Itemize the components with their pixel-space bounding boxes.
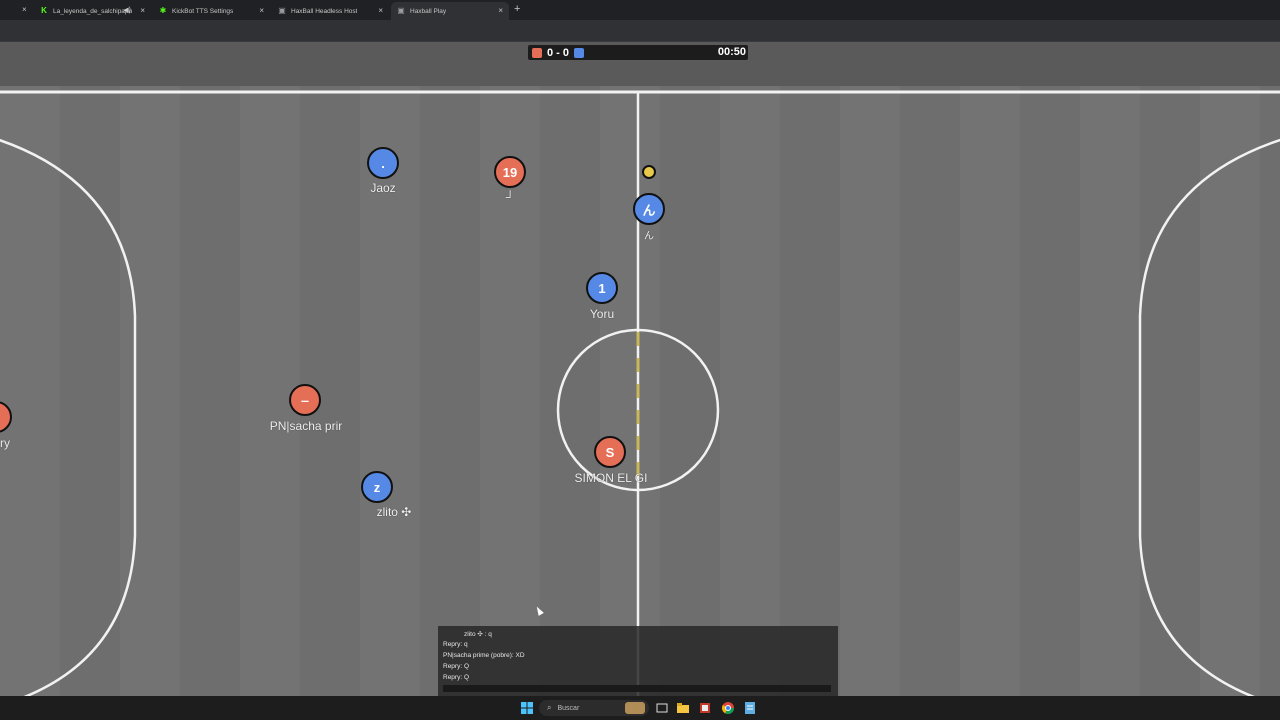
scoreboard: 0 - 0 00:50 — [528, 45, 748, 60]
kick-icon: K — [41, 6, 47, 15]
search-icon: ⌕ — [547, 703, 552, 712]
windows-taskbar: ⌕ Buscar — [0, 696, 1280, 720]
player-disc-simon: S — [594, 436, 626, 468]
player-avatar: . — [381, 155, 385, 171]
audio-playing-icon[interactable]: ◀) — [123, 6, 131, 14]
player-name: zlito ✣ — [376, 505, 412, 519]
player-name: ん — [644, 231, 654, 242]
pitch-lines — [0, 86, 1280, 696]
score: 0 - 0 — [547, 46, 570, 59]
ball — [642, 165, 656, 179]
app-icon[interactable] — [698, 701, 712, 715]
close-tab-icon[interactable]: × — [378, 6, 383, 15]
new-tab-button[interactable]: + — [514, 3, 520, 15]
player-avatar: ‒ — [301, 392, 309, 408]
chat-input[interactable] — [443, 685, 831, 692]
player-avatar: 1 — [598, 280, 606, 296]
haxball-icon: ▣ — [397, 6, 405, 15]
player-name: ry — [0, 436, 10, 450]
browser-tab-strip: × K La_leyenda_de_salchipapu ◀) × ✱ Kick… — [0, 0, 1280, 20]
game-top-bar: 0 - 0 00:50 — [0, 42, 1280, 86]
player-avatar: S — [605, 444, 615, 460]
player-disc-blue-kana: ん — [633, 193, 665, 225]
chat-message: Repry: Q — [443, 663, 470, 670]
file-explorer-icon[interactable] — [676, 701, 690, 715]
tab-title: La_leyenda_de_salchipapu — [53, 7, 133, 15]
chat-message: Repry: Q — [443, 674, 470, 681]
search-highlight-icon — [625, 702, 645, 714]
windows-start-icon[interactable] — [520, 701, 534, 715]
tab-la-leyenda[interactable]: K La_leyenda_de_salchipapu ◀) × — [34, 2, 151, 20]
tab-haxball-play[interactable]: ▣ Haxball Play × — [391, 2, 509, 20]
player-avatar: 19 — [502, 164, 518, 180]
player-name: Yoru — [589, 307, 615, 321]
player-disc-jaoz: . — [367, 147, 399, 179]
haxball-game[interactable]: 0 - 0 00:50 . Jaoz 19 ┘ ん ん 1 Yoru ‒ PN|… — [0, 42, 1280, 696]
tab-title: KickBot TTS Settings — [172, 7, 234, 15]
haxball-icon: ▣ — [278, 6, 286, 15]
chrome-icon[interactable] — [721, 701, 735, 715]
browser-toolbar — [0, 20, 1280, 42]
task-view-icon[interactable] — [655, 701, 669, 715]
search-placeholder: Buscar — [557, 704, 580, 712]
chat-message: PN|sacha prime (pobre): XD — [443, 652, 525, 659]
match-timer: 00:50 — [717, 46, 746, 58]
close-tab-icon[interactable]: × — [498, 6, 503, 15]
player-disc-zlito: z — [361, 471, 393, 503]
player-avatar: ん — [642, 202, 656, 218]
player-name: SIMON EL GI — [574, 471, 648, 485]
blue-team-icon — [574, 47, 585, 58]
tab-title: HaxBall Headless Host — [291, 7, 358, 15]
tab-title: Haxball Play — [410, 7, 447, 15]
close-tab-icon[interactable]: × — [22, 5, 27, 14]
player-disc-pn-sacha: ‒ — [289, 384, 321, 416]
player-name: PN|sacha prir — [269, 419, 343, 433]
chat-message: Repry: q — [443, 641, 468, 648]
pitch-grass — [0, 86, 1280, 696]
tab-kickbot-tts-settings[interactable]: ✱ KickBot TTS Settings × — [153, 2, 270, 20]
player-disc-yoru: 1 — [586, 272, 618, 304]
red-team-icon — [532, 47, 542, 58]
tab-haxball-headless-host[interactable]: ▣ HaxBall Headless Host × — [272, 2, 389, 20]
pitch: . Jaoz 19 ┘ ん ん 1 Yoru ‒ PN|sacha prir S… — [0, 86, 1280, 696]
kickbot-icon: ✱ — [159, 6, 167, 15]
close-tab-icon[interactable]: × — [259, 6, 264, 15]
chat-message: zlito ✣ : q — [464, 631, 492, 638]
close-tab-icon[interactable]: × — [140, 6, 145, 15]
notepad-icon[interactable] — [743, 701, 757, 715]
player-name: Jaoz — [370, 181, 396, 195]
chat-box: zlito ✣ : q Repry: q PN|sacha prime (pob… — [438, 626, 838, 696]
player-disc-red-19: 19 — [494, 156, 526, 188]
player-name: ┘ — [505, 190, 515, 204]
player-avatar: z — [373, 479, 381, 495]
taskbar-search[interactable]: ⌕ Buscar — [539, 700, 649, 716]
